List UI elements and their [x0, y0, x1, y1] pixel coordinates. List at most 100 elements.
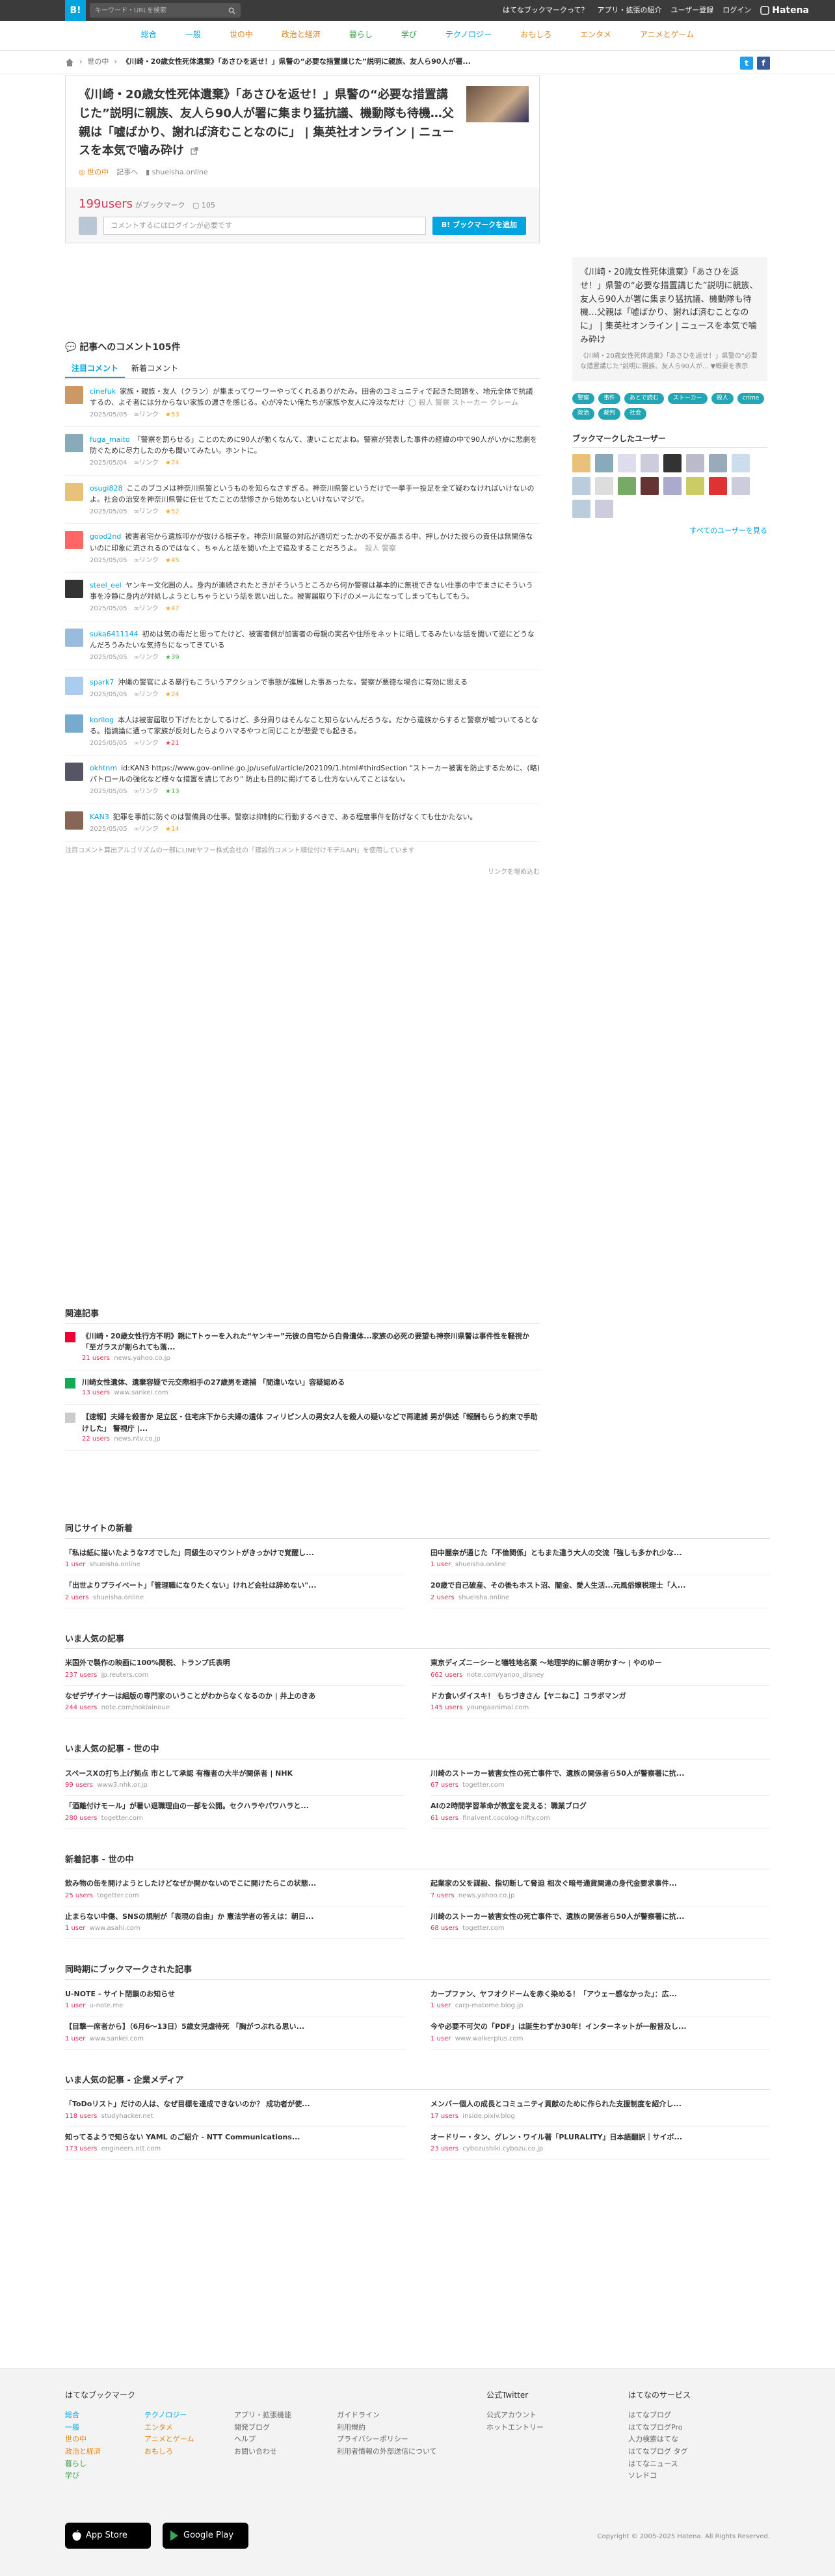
recommend-domain[interactable]: youngaanimal.com — [467, 1704, 529, 1711]
commenter-avatar[interactable] — [65, 482, 83, 501]
recommend-users[interactable]: 145 users — [431, 1704, 462, 1711]
footer-link[interactable]: 利用者情報の外部送信について — [337, 2446, 437, 2458]
recommend-item[interactable]: 20歳で自己破産、その後もホスト沼、闇金、愛人生活...元風俗嬢税理士「人...… — [431, 1575, 770, 1608]
recommend-domain[interactable]: shueisha.online — [90, 1561, 140, 1568]
search-icon[interactable] — [228, 7, 235, 14]
commenter-name[interactable]: spark7 — [90, 678, 114, 686]
bookmark-user-avatar[interactable] — [732, 454, 750, 472]
recommend-users[interactable]: 7 users — [431, 1892, 455, 1899]
bookmark-user-avatar[interactable] — [686, 476, 704, 495]
commenter-name[interactable]: fuga_maito — [90, 435, 130, 444]
recommend-domain[interactable]: togetter.com — [462, 1782, 504, 1789]
recommend-title[interactable]: 川崎のストーカー被害女性の死亡事件で、遺族の関係者ら50人が警察署に抗... — [431, 1912, 770, 1923]
footer-link[interactable]: はてなブログPro — [628, 2422, 688, 2434]
recommend-users[interactable]: 1 user — [431, 2002, 451, 2009]
recommend-title[interactable]: 「ToDoリスト」だけの人は、なぜ目標を達成できないのか？ 成功者が使... — [65, 2099, 404, 2110]
tag-pill[interactable]: 社会 — [624, 408, 647, 420]
recommend-domain[interactable]: www.asahi.com — [90, 1925, 140, 1932]
comment-date[interactable]: 2025/05/05 — [90, 739, 127, 749]
external-link-icon[interactable] — [191, 147, 198, 155]
recommend-domain[interactable]: togetter.com — [97, 1892, 139, 1899]
recommend-title[interactable]: 止まらない中傷、SNSの規制が「表現の自由」か 憲法学者の答えは：朝日... — [65, 1912, 404, 1923]
recommend-item[interactable]: 川崎のストーカー被害女性の死亡事件で、遺族の関係者ら50人が警察署に抗... 68… — [431, 1906, 770, 1939]
recommend-users[interactable]: 25 users — [65, 1892, 93, 1899]
recommend-users[interactable]: 68 users — [431, 1925, 458, 1932]
commenter-name[interactable]: osugi828 — [90, 484, 122, 493]
recommend-title[interactable]: ドカ食いダイスキ！ もちづきさん【ヤニねこ】コラボマンガ — [431, 1691, 770, 1702]
recommend-title[interactable]: 川崎のストーカー被害女性の死亡事件で、遺族の関係者ら50人が警察署に抗... — [431, 1769, 770, 1780]
recommend-item[interactable]: 川崎のストーカー被害女性の死亡事件で、遺族の関係者ら50人が警察署に抗... 67… — [431, 1763, 770, 1796]
recommend-item[interactable]: 田中麗奈が通じた「不倫関係」ともまた違う大人の交流「強しも多かれ少な... 1 u… — [431, 1543, 770, 1575]
see-all-users-link[interactable]: すべてのユーザーを見る — [572, 526, 767, 537]
related-item[interactable]: 川崎女性遺体、遺棄容疑で元交際相手の27歳男を逮捕 「間違いない」容疑認める 13… — [65, 1370, 540, 1405]
side-entry-desc[interactable]: 《川崎・20歳女性死体遺棄》「あさひを返せ！」県警の“必要な措置講じた”説明に親… — [580, 351, 760, 372]
recommend-domain[interactable]: cybozushiki.cybozu.co.jp — [462, 2145, 543, 2152]
recommend-title[interactable]: 【目撃一席者から】（6月6〜13日）5歳女児虐待死 「胸がつぶれる思い... — [65, 2022, 404, 2033]
comment-link[interactable]: ∞リンク — [134, 458, 159, 468]
recommend-title[interactable]: 飲み物の缶を開けようとしたけどなぜか開かないのでこに開けたらこの状態... — [65, 1878, 404, 1890]
apps-link[interactable]: アプリ・拡張の紹介 — [597, 5, 661, 16]
comment-stars[interactable]: ★53 — [165, 410, 179, 420]
recommend-item[interactable]: 「ToDoリスト」だけの人は、なぜ目標を達成できないのか？ 成功者が使... 11… — [65, 2094, 404, 2127]
related-users[interactable]: 22 users — [82, 1435, 110, 1443]
footer-link[interactable]: 人力検索はてな — [628, 2434, 688, 2446]
recommend-users[interactable]: 99 users — [65, 1782, 93, 1789]
commenter-name[interactable]: okhtnm — [90, 764, 117, 772]
footer-link[interactable]: おもしろ — [144, 2446, 194, 2458]
cat-game[interactable]: アニメとゲーム — [640, 29, 694, 43]
bookmark-user-avatar[interactable] — [618, 454, 636, 472]
recommend-users[interactable]: 2 users — [431, 1594, 455, 1601]
cat-general[interactable]: 一般 — [185, 29, 201, 43]
commenter-avatar[interactable] — [65, 628, 83, 647]
bookmark-user-avatar[interactable] — [686, 454, 704, 472]
entry-title[interactable]: 《川崎・20歳女性死体遺棄》「あさひを返せ！」県警の“必要な措置講じた”説明に親… — [79, 86, 456, 161]
add-bookmark-button[interactable]: B! ブックマークを追加 — [432, 216, 526, 235]
search-input[interactable]: キーワード・URLを検索 — [90, 3, 241, 18]
recommend-domain[interactable]: shueisha.online — [93, 1594, 144, 1601]
comment-date[interactable]: 2025/05/05 — [90, 507, 127, 517]
bookmark-user-avatar[interactable] — [572, 499, 590, 518]
commenter-avatar[interactable] — [65, 434, 83, 453]
recommend-title[interactable]: 起業家の父を謀殺、指切断して脅迫 相次ぐ暗号通貨関連の身代金要求事件... — [431, 1878, 770, 1890]
comment-date[interactable]: 2025/05/05 — [90, 604, 127, 614]
footer-link[interactable]: 開発ブログ — [234, 2422, 291, 2434]
recommend-item[interactable]: 知ってるようで知らない YAML のご紹介 - NTT Communicatio… — [65, 2127, 404, 2160]
entry-thumbnail[interactable] — [466, 86, 529, 122]
recommend-item[interactable]: 起業家の父を謀殺、指切断して脅迫 相次ぐ暗号通貨関連の身代金要求事件... 7 u… — [431, 1873, 770, 1906]
recommend-item[interactable]: 「私は紙に描いたような7才でした」同級生のマウントがきっかけで覚醒し... 1 u… — [65, 1543, 404, 1575]
related-title[interactable]: 【速報】夫婦を殺害か 足立区・住宅床下から夫婦の遺体 フィリピン人の男女2人を殺… — [82, 1411, 540, 1434]
entry-category[interactable]: ◎ 世の中 — [79, 167, 109, 178]
recommend-item[interactable]: AIの2時間学習革命が教室を変える：職業ブログ 61 users finalven… — [431, 1796, 770, 1829]
comment-date[interactable]: 2025/05/05 — [90, 653, 127, 663]
recommend-domain[interactable]: www.sankei.com — [90, 2035, 144, 2042]
footer-link[interactable]: お問い合わせ — [234, 2446, 291, 2458]
recommend-users[interactable]: 237 users — [65, 1672, 97, 1679]
related-item[interactable]: 《川崎・20歳女性行方不明》親にTトゥーを入れた“ヤンキー”元彼の自宅から白骨遺… — [65, 1324, 540, 1370]
recommend-domain[interactable]: note.com/yanoo_disney — [467, 1672, 544, 1679]
commenter-avatar[interactable] — [65, 385, 83, 404]
recommend-domain[interactable]: studyhacker.net — [101, 2113, 153, 2120]
footer-link[interactable]: プライバシーポリシー — [337, 2434, 437, 2446]
tab-popular-comments[interactable]: 注目コメント — [65, 360, 126, 378]
related-domain[interactable]: news.yahoo.co.jp — [114, 1355, 170, 1362]
tag-pill[interactable]: ストーカー — [667, 392, 708, 405]
about-link[interactable]: はてなブックマークって？ — [503, 5, 588, 16]
recommend-title[interactable]: 「私は紙に描いたような7才でした」同級生のマウントがきっかけで覚醒し... — [65, 1548, 404, 1559]
recommend-domain[interactable]: news.yahoo.co.jp — [458, 1892, 514, 1899]
login-link[interactable]: ログイン — [722, 5, 751, 16]
recommend-users[interactable]: 1 user — [431, 2035, 451, 2042]
recommend-title[interactable]: 東京ディズニーシーと犠牲地名薬 〜地理学的に解き明かす〜 | やのゆー — [431, 1658, 770, 1669]
recommend-item[interactable]: 今や必要不可欠の「PDF」は誕生わずか30年！インターネットが一般普及し... 1… — [431, 2016, 770, 2050]
cat-all[interactable]: 総合 — [141, 29, 157, 43]
related-item[interactable]: 【速報】夫婦を殺害か 足立区・住宅床下から夫婦の遺体 フィリピン人の男女2人を殺… — [65, 1405, 540, 1452]
bookmark-user-avatar[interactable] — [595, 476, 613, 495]
recommend-item[interactable]: 止まらない中傷、SNSの規制が「表現の自由」か 憲法学者の答えは：朝日... 1 … — [65, 1906, 404, 1939]
footer-link[interactable]: アプリ・拡張機能 — [234, 2409, 291, 2422]
footer-link[interactable]: テクノロジー — [144, 2409, 194, 2422]
twitter-share-icon[interactable]: t — [740, 57, 753, 70]
commenter-avatar[interactable] — [65, 677, 83, 696]
bookmark-user-avatar[interactable] — [572, 454, 590, 472]
app-store-button[interactable]: App Store — [65, 2523, 151, 2549]
comment-stars[interactable]: ★21 — [165, 739, 179, 749]
bookmark-user-avatar[interactable] — [709, 476, 727, 495]
